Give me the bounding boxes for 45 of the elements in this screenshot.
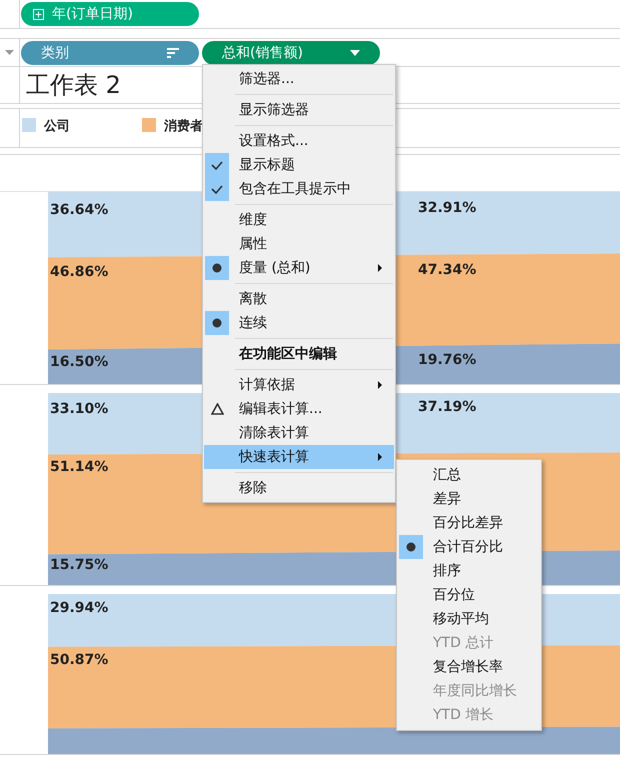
data-label: 37.19% [418, 399, 476, 415]
measure-pill[interactable]: 总和(销售额) [202, 40, 380, 64]
menu-item[interactable]: 快速表计算 [204, 445, 394, 469]
sheet-title: 工作表 2 [25, 70, 121, 101]
menu-item[interactable]: 计算依据 [204, 373, 394, 397]
menu-item[interactable]: 显示标题 [204, 153, 394, 177]
sort-icon[interactable] [167, 48, 179, 58]
dropdown-icon[interactable] [350, 50, 360, 56]
data-label: 47.34% [418, 262, 476, 278]
triangle-icon [210, 403, 224, 415]
menu-item[interactable]: 属性 [204, 232, 394, 256]
menu-item[interactable]: 百分比差异 [398, 511, 540, 535]
data-label: 29.94% [50, 600, 108, 616]
menu-item[interactable]: 合计百分比 [398, 535, 540, 559]
legend-label: 公司 [44, 118, 70, 135]
data-label: 19.76% [418, 352, 476, 368]
expand-icon[interactable] [33, 8, 44, 20]
menu-item[interactable]: 包含在工具提示中 [204, 177, 394, 201]
data-label: 33.10% [50, 401, 108, 417]
menu-item[interactable]: 在功能区中编辑 [204, 342, 394, 366]
menu-item[interactable]: 维度 [204, 208, 394, 232]
menu-item[interactable]: 移动平均 [398, 607, 540, 631]
menu-item[interactable]: 清除表计算 [204, 421, 394, 445]
data-label: 51.14% [50, 459, 108, 475]
legend-label: 消费者 [164, 118, 203, 135]
menu-item[interactable]: 显示筛选器 [204, 98, 394, 122]
data-label: 15.75% [50, 557, 108, 573]
menu-item[interactable]: 度量 (总和) [204, 256, 394, 280]
menu-item[interactable]: 差异 [398, 487, 540, 511]
menu-item[interactable]: 百分位 [398, 583, 540, 607]
menu-item[interactable]: 离散 [204, 287, 394, 311]
menu-item[interactable]: 筛选器... [204, 67, 394, 91]
data-label: 32.91% [418, 200, 476, 216]
data-label: 50.87% [50, 652, 108, 668]
menu-item[interactable]: 设置格式... [204, 129, 394, 153]
caret-icon[interactable] [5, 50, 14, 55]
data-label: 16.50% [50, 354, 108, 370]
data-label: 46.86% [50, 264, 108, 280]
menu-item[interactable]: 汇总 [398, 463, 540, 487]
menu-item[interactable]: 移除 [204, 476, 394, 500]
menu-item[interactable]: 排序 [398, 559, 540, 583]
menu-item[interactable]: 连续 [204, 311, 394, 335]
menu-item[interactable]: 复合增长率 [398, 655, 540, 679]
data-label: 36.64% [50, 202, 108, 218]
menu-item[interactable]: 编辑表计算... [204, 397, 394, 421]
